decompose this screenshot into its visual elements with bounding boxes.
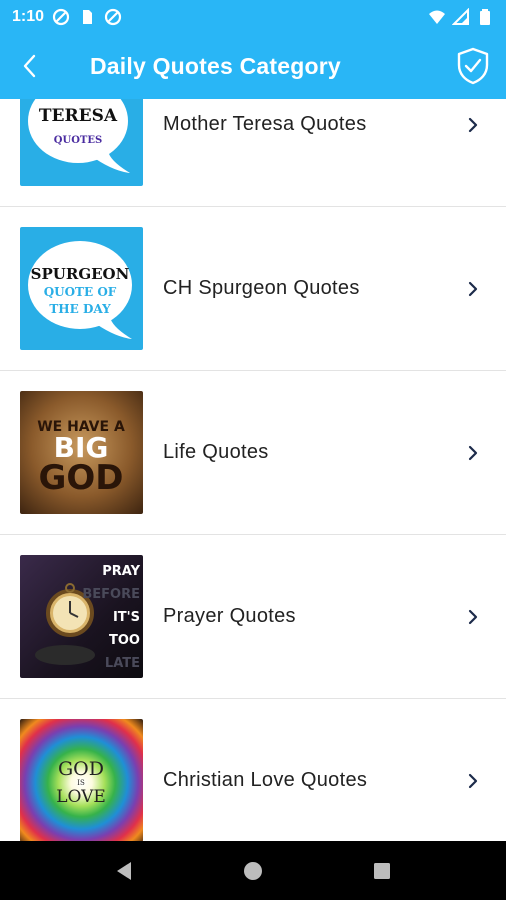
thumb-text-too: TOO xyxy=(109,633,140,648)
shield-check-icon xyxy=(457,47,489,85)
item-label: Prayer Quotes xyxy=(163,605,296,627)
back-button[interactable] xyxy=(0,33,60,99)
status-time: 1:10 xyxy=(12,7,45,25)
chevron-right-icon xyxy=(468,445,478,460)
nav-home-icon xyxy=(243,861,262,880)
cell-signal-icon xyxy=(452,7,469,25)
back-arrow-icon xyxy=(23,54,36,78)
item-label: Christian Love Quotes xyxy=(163,769,368,791)
thumb-text-before: BEFORE xyxy=(82,587,140,602)
thumb-text-late: LATE xyxy=(105,656,140,671)
item-label: Life Quotes xyxy=(163,441,269,463)
list-item-christian-love[interactable]: GOD IS LOVE Christian Love Quotes xyxy=(0,699,506,841)
list-item-prayer-quotes[interactable]: PRAY BEFORE IT'S TOO LATE Prayer Quotes xyxy=(0,535,506,699)
data-saver-icon xyxy=(52,8,70,25)
nav-home-button[interactable] xyxy=(233,851,273,891)
thumb-text-teresa: TERESA xyxy=(39,106,118,126)
nav-back-button[interactable] xyxy=(104,851,144,891)
chevron-right-icon xyxy=(468,117,478,132)
thumb-text-quotes: QUOTES xyxy=(54,135,102,146)
app-bar: Daily Quotes Category xyxy=(0,33,506,99)
list-item-ch-spurgeon[interactable]: SPURGEON QUOTE OF THE DAY CH Spurgeon Qu… xyxy=(0,207,506,371)
chevron-right-icon xyxy=(468,281,478,296)
thumb-text-god: GOD xyxy=(38,458,123,498)
thumb-text-pray: PRAY xyxy=(102,564,140,579)
thumbnail-mother-teresa: TERESA QUOTES xyxy=(20,99,143,186)
nav-recents-icon xyxy=(373,862,390,879)
thumb-text-spurgeon: SPURGEON xyxy=(31,265,130,283)
item-label: Mother Teresa Quotes xyxy=(163,113,367,135)
wifi-icon xyxy=(429,10,445,24)
list-item-life-quotes[interactable]: WE HAVE A BIG GOD Life Quotes xyxy=(0,371,506,535)
shield-button[interactable] xyxy=(440,33,506,99)
nav-recents-button[interactable] xyxy=(362,851,402,891)
thumb-text-its: IT'S xyxy=(113,610,140,625)
thumbnail-christian-love: GOD IS LOVE xyxy=(20,719,143,841)
thumbnail-prayer-quotes: PRAY BEFORE IT'S TOO LATE xyxy=(20,555,143,678)
chevron-right-icon xyxy=(468,609,478,624)
thumb-text-love: LOVE xyxy=(56,787,106,807)
list-item-mother-teresa[interactable]: TERESA QUOTES Mother Teresa Quotes xyxy=(0,99,506,207)
page-title: Daily Quotes Category xyxy=(90,52,341,79)
item-label: CH Spurgeon Quotes xyxy=(163,277,360,299)
thumbnail-ch-spurgeon: SPURGEON QUOTE OF THE DAY xyxy=(20,227,143,350)
chevron-right-icon xyxy=(468,773,478,788)
battery-icon xyxy=(480,8,490,25)
thumb-text-the-day: THE DAY xyxy=(49,302,111,316)
thumb-text-is: IS xyxy=(77,779,85,787)
category-list[interactable]: TERESA QUOTES Mother Teresa Quotes SPURG… xyxy=(0,99,506,841)
thumbnail-life-quotes: WE HAVE A BIG GOD xyxy=(20,391,143,514)
data-saver-icon xyxy=(104,8,122,25)
status-bar: 1:10 xyxy=(0,0,506,33)
thumb-text-quote-of: QUOTE OF xyxy=(44,285,117,299)
sim-card-icon xyxy=(83,9,93,24)
thumb-text-god: GOD xyxy=(58,758,104,780)
system-nav-bar xyxy=(0,841,506,900)
nav-back-icon xyxy=(117,861,132,880)
